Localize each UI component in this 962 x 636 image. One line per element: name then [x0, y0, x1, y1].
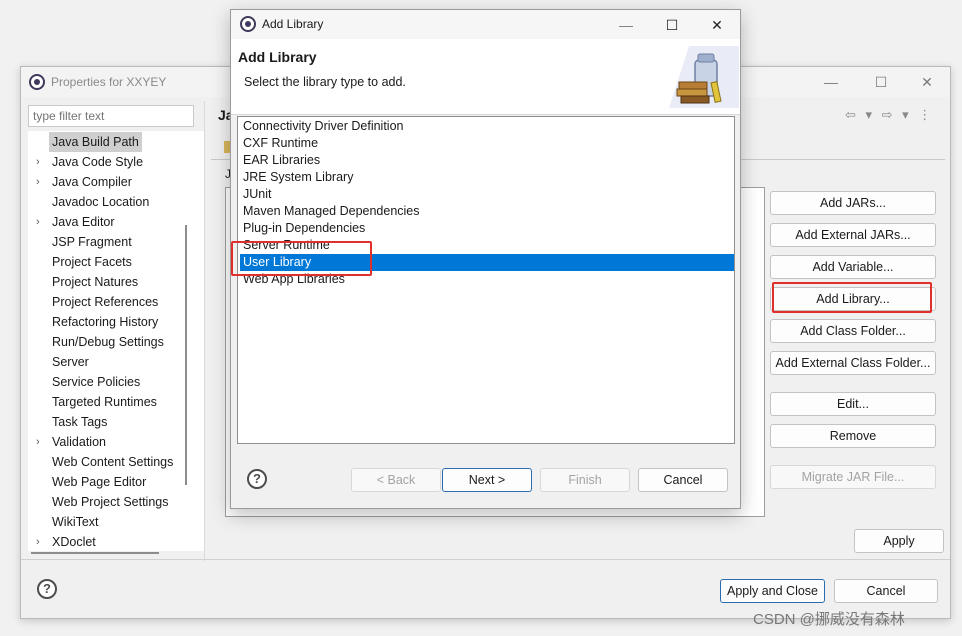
- tree-item-label: Java Build Path: [49, 132, 142, 152]
- chevron-right-icon[interactable]: ›: [36, 212, 40, 232]
- add-class-folder-button[interactable]: Add Class Folder...: [770, 319, 936, 343]
- tree-item-label: JSP Fragment: [52, 235, 132, 249]
- close-icon[interactable]: ✕: [904, 67, 950, 97]
- eclipse-app-icon: [29, 74, 45, 90]
- tree-item[interactable]: Refactoring History: [28, 312, 186, 332]
- tree-item-label: Java Code Style: [52, 155, 144, 169]
- tree-item-label: Web Page Editor: [52, 475, 147, 489]
- properties-tree: Java Build Path › Java Code Style › Java Com…: [28, 131, 204, 551]
- dialog-titlebar: Add Library — ☐ ✕: [231, 10, 740, 39]
- tree-item-label: Java Compiler: [52, 175, 132, 189]
- help-icon[interactable]: ?: [37, 579, 57, 599]
- tree-item[interactable]: Targeted Runtimes: [28, 392, 186, 412]
- edit-button[interactable]: Edit...: [770, 392, 936, 416]
- maximize-icon[interactable]: ☐: [858, 67, 904, 97]
- dialog-description: Select the library type to add.: [244, 75, 406, 89]
- tree-horizontal-scrollbar[interactable]: [31, 552, 159, 554]
- tree-item[interactable]: Task Tags: [28, 412, 186, 432]
- filter-input[interactable]: [28, 105, 194, 127]
- close-icon[interactable]: ✕: [694, 10, 740, 40]
- chevron-right-icon[interactable]: ›: [36, 152, 40, 172]
- highlight-add-library: [772, 282, 932, 313]
- library-type-item[interactable]: JUnit: [240, 186, 734, 203]
- library-jar-icon: [669, 46, 739, 108]
- chevron-right-icon[interactable]: ›: [36, 532, 40, 551]
- library-type-item[interactable]: EAR Libraries: [240, 152, 734, 169]
- tree-item-label: Project Facets: [52, 255, 132, 269]
- back-button[interactable]: < Back: [351, 468, 441, 492]
- tree-item-label: Web Project Settings: [52, 495, 169, 509]
- tree-item[interactable]: Project Natures: [28, 272, 186, 292]
- tree-item[interactable]: Run/Debug Settings: [28, 332, 186, 352]
- add-external-class-folder-button[interactable]: Add External Class Folder...: [770, 351, 936, 375]
- tree-item-label: Service Policies: [52, 375, 141, 389]
- apply-button[interactable]: Apply: [854, 529, 944, 553]
- tree-item[interactable]: Service Policies: [28, 372, 186, 392]
- add-variable-button[interactable]: Add Variable...: [770, 255, 936, 279]
- library-type-list[interactable]: Connectivity Driver Definition CXF Runtim…: [237, 116, 735, 444]
- tree-item-label: XDoclet: [52, 535, 96, 549]
- tree-item[interactable]: Project Facets: [28, 252, 186, 272]
- chevron-right-icon[interactable]: ›: [36, 172, 40, 192]
- highlight-user-library: [231, 241, 372, 276]
- tree-item-label: Project Natures: [52, 275, 139, 289]
- tree-item-label: Server: [52, 355, 89, 369]
- tree-item-label: Project References: [52, 295, 159, 309]
- chevron-right-icon[interactable]: ›: [36, 432, 40, 452]
- tree-vertical-scrollbar[interactable]: [185, 225, 187, 485]
- tree-item[interactable]: Javadoc Location: [28, 192, 186, 212]
- tree-item[interactable]: WikiText: [28, 512, 186, 532]
- help-icon[interactable]: ?: [247, 469, 267, 489]
- tree-item-label: WikiText: [52, 515, 99, 529]
- properties-window-title: Properties for XXYEY: [51, 75, 167, 89]
- tree-item-label: Run/Debug Settings: [52, 335, 164, 349]
- tree-item[interactable]: JSP Fragment: [28, 232, 186, 252]
- watermark-text: CSDN @挪威没有森林: [753, 611, 905, 628]
- footer-separator: [21, 559, 950, 560]
- apply-and-close-button[interactable]: Apply and Close: [720, 579, 825, 603]
- tree-item[interactable]: › Validation: [28, 432, 186, 452]
- tree-item-label: Targeted Runtimes: [52, 395, 157, 409]
- dialog-heading: Add Library: [238, 49, 317, 65]
- tree-divider: [204, 101, 205, 561]
- library-type-item[interactable]: Maven Managed Dependencies: [240, 203, 734, 220]
- finish-button[interactable]: Finish: [540, 468, 630, 492]
- tree-item[interactable]: › XDoclet: [28, 532, 186, 551]
- library-type-item[interactable]: Connectivity Driver Definition: [240, 118, 734, 135]
- remove-button[interactable]: Remove: [770, 424, 936, 448]
- library-type-item[interactable]: CXF Runtime: [240, 135, 734, 152]
- tree-item-label: Web Content Settings: [52, 455, 174, 469]
- tree-item[interactable]: Java Build Path: [28, 132, 186, 152]
- library-type-item[interactable]: Plug-in Dependencies: [240, 220, 734, 237]
- tree-item-label: Javadoc Location: [52, 195, 150, 209]
- tree-item[interactable]: › Java Code Style: [28, 152, 186, 172]
- next-button[interactable]: Next >: [442, 468, 532, 492]
- tree-item[interactable]: Project References: [28, 292, 186, 312]
- library-type-item[interactable]: JRE System Library: [240, 169, 734, 186]
- cancel-button[interactable]: Cancel: [638, 468, 728, 492]
- tree-item[interactable]: › Java Compiler: [28, 172, 186, 192]
- tree-item-label: Validation: [52, 435, 106, 449]
- tree-item-label: Refactoring History: [52, 315, 159, 329]
- add-jars-button[interactable]: Add JARs...: [770, 191, 936, 215]
- tree-item[interactable]: › Java Editor: [28, 212, 186, 232]
- tree-item-label: Task Tags: [52, 415, 108, 429]
- navigation-arrows-icon[interactable]: ⇦ ▾ ⇨ ▾ ⋮: [845, 107, 934, 123]
- tree-item-label: Java Editor: [52, 215, 115, 229]
- minimize-icon[interactable]: —: [808, 67, 854, 97]
- tree-item[interactable]: Server: [28, 352, 186, 372]
- dialog-title: Add Library: [262, 17, 324, 31]
- eclipse-app-icon: [240, 16, 256, 32]
- migrate-jar-file-button[interactable]: Migrate JAR File...: [770, 465, 936, 489]
- add-external-jars-button[interactable]: Add External JARs...: [770, 223, 936, 247]
- cancel-button[interactable]: Cancel: [834, 579, 938, 603]
- tree-item[interactable]: Web Content Settings: [28, 452, 186, 472]
- tree-item[interactable]: Web Project Settings: [28, 492, 186, 512]
- maximize-icon[interactable]: ☐: [649, 10, 695, 40]
- minimize-icon[interactable]: —: [603, 10, 649, 40]
- tree-item[interactable]: Web Page Editor: [28, 472, 186, 492]
